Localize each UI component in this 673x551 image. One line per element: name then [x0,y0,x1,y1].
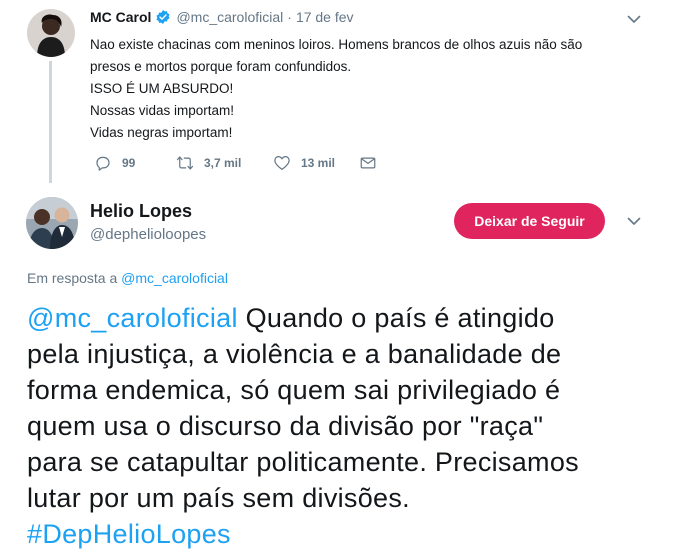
verified-badge-icon [156,10,170,24]
tweet2-text-line: @mc_caroloficial Quando o país é atingid… [27,300,667,336]
thread-line [49,61,52,183]
tweet2-author-handle[interactable]: @dephelioloopes [90,226,206,243]
chevron-down-icon[interactable] [625,212,643,230]
direct-message-button[interactable] [359,154,377,172]
separator-dot: · [287,9,292,25]
helio-lopes-avatar[interactable] [26,197,78,249]
direct-message-icon [360,157,376,169]
like-count: 13 mil [301,156,336,170]
tweet1-timestamp[interactable]: 17 de fev [296,9,354,25]
reply-count: 99 [122,156,136,170]
like-button[interactable]: 13 mil [273,154,359,172]
mention-link[interactable]: @mc_caroloficial [27,303,238,333]
reply-context-label: Em resposta a [27,270,118,286]
tweet2-text-segment: Quando o país é atingido [237,303,555,333]
chevron-down-icon[interactable] [625,10,643,28]
tweet1-text-line: Nossas vidas importam! [90,103,235,118]
reply-context: Em resposta a @mc_caroloficial [27,270,228,286]
tweet1-text: Nao existe chacinas com meninos loiros. … [90,34,650,144]
unfollow-button[interactable]: Deixar de Seguir [454,203,605,239]
retweet-icon [176,156,194,170]
tweet1-header: MC Carol @mc_caroloficial · 17 de fev [90,9,354,25]
reply-button[interactable]: 99 [94,154,176,172]
retweet-button[interactable]: 3,7 mil [176,154,273,172]
tweet2-text-line: lutar por um país sem divisões. [27,483,410,513]
tweet1-text-line: Nao existe chacinas com meninos loiros. … [90,37,583,52]
tweet2-author-name[interactable]: Helio Lopes [90,201,192,222]
reply-icon [96,156,110,171]
tweet2-text: @mc_caroloficial Quando o país é atingid… [27,300,667,551]
tweet2-text-line: forma endemica, só quem sai privilegiado… [27,375,561,405]
tweet1-author-handle[interactable]: @mc_caroloficial [176,9,283,25]
tweet1-text-line: Vidas negras importam! [90,125,233,140]
mc-carol-avatar[interactable] [27,9,75,57]
tweet2-text-line: para se catapultar politicamente. Precis… [27,447,579,477]
tweet1-author-name[interactable]: MC Carol [90,9,151,25]
reply-context-handle[interactable]: @mc_caroloficial [121,270,228,286]
retweet-count: 3,7 mil [204,156,242,170]
tweet1-text-line: ISSO É UM ABSURDO! [90,81,234,96]
tweet2-text-line: quem usa o discurso da divisão por "raça… [27,411,544,441]
tweet2-text-line: pela injustiça, a violência e a banalida… [27,339,562,369]
hashtag-link[interactable]: #DepHelioLopes [27,519,231,549]
tweet1-text-line: presos e mortos porque foram confundidos… [90,59,352,74]
tweet2-text-line: #DepHelioLopes [27,516,667,551]
heart-icon [274,156,290,170]
tweet1-actions: 99 3,7 mil 13 mil [94,154,377,172]
